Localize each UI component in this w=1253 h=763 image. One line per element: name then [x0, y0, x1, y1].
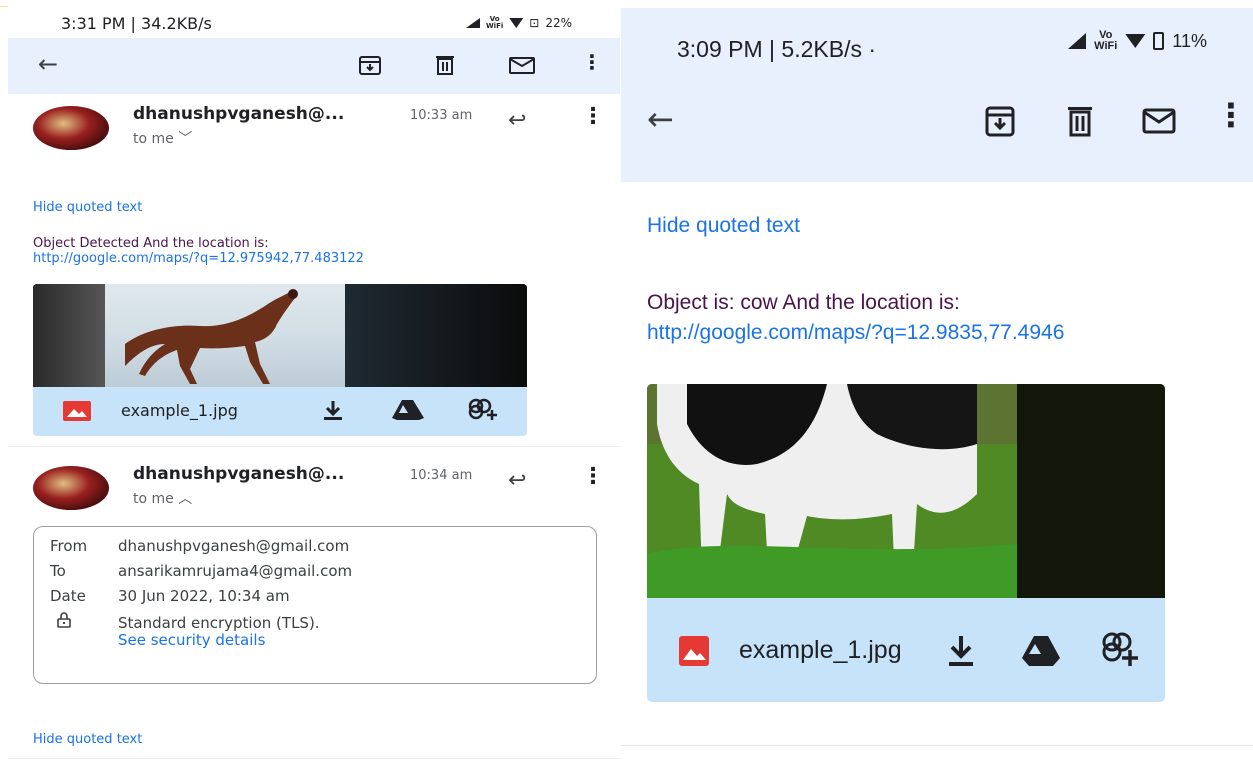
message-body: Object Detected And the location is: htt…	[33, 236, 364, 266]
hide-quoted-text-link[interactable]: Hide quoted text	[33, 732, 142, 747]
delete-icon[interactable]	[1063, 104, 1097, 138]
status-time: 3:31 PM | 34.2KB/s	[61, 14, 212, 33]
attachment-bar: example_1.jpg	[647, 598, 1165, 702]
cow-image	[647, 384, 1165, 598]
message-body: Object is: cow And the location is: http…	[647, 288, 1064, 348]
add-to-photos-icon[interactable]	[1099, 630, 1139, 670]
right-screenshot: 3:09 PM | 5.2KB/s · Vo WiFi 11% ← ⋮ Hide …	[621, 0, 1253, 763]
archive-icon[interactable]	[358, 54, 382, 76]
left-screenshot: 3:31 PM | 34.2KB/s Vo WiFi ⊡ 22% ← ⋮ dhan…	[8, 0, 620, 763]
attachment-bar: example_1.jpg	[33, 387, 527, 436]
back-arrow-icon[interactable]: ←	[38, 50, 58, 78]
image-file-icon	[63, 401, 91, 421]
wifi-icon	[509, 18, 524, 28]
attachment-thumbnail[interactable]	[33, 284, 527, 387]
download-icon[interactable]	[321, 399, 345, 421]
avatar	[33, 106, 109, 150]
date-value: 30 Jun 2022, 10:34 am	[118, 587, 290, 605]
wifi-icon	[1125, 34, 1146, 48]
message-divider	[8, 446, 620, 447]
body-text: Object Detected And the location is:	[33, 236, 269, 251]
maps-link[interactable]: http://google.com/maps/?q=12.975942,77.4…	[33, 251, 364, 266]
thumbnail-background-right	[345, 284, 527, 387]
attachment-card[interactable]: example_1.jpg	[647, 384, 1165, 702]
thumbnail-background-left	[33, 284, 105, 387]
hide-quoted-text-link[interactable]: Hide quoted text	[33, 200, 142, 215]
attachment-filename: example_1.jpg	[739, 636, 902, 664]
drive-icon[interactable]	[391, 399, 425, 421]
battery-saver-icon: ⊡	[529, 16, 540, 30]
add-to-photos-icon[interactable]	[465, 397, 499, 423]
download-icon[interactable]	[945, 634, 977, 668]
status-icons: Vo WiFi ⊡ 22%	[465, 15, 572, 30]
to-value[interactable]: ansarikamrujama4@gmail.com	[118, 562, 352, 580]
sender-name: dhanushpvganesh@...	[133, 104, 345, 124]
archive-icon[interactable]	[983, 104, 1017, 138]
vowifi-icon: Vo WiFi	[485, 15, 504, 30]
security-row: Standard encryption (TLS).	[50, 612, 320, 632]
bottom-divider	[8, 758, 620, 759]
lock-icon	[50, 612, 118, 632]
signal-icon	[465, 18, 480, 28]
more-vert-icon[interactable]: ⋮	[1215, 96, 1247, 134]
status-bar: 3:31 PM | 34.2KB/s Vo WiFi ⊡ 22%	[8, 14, 620, 38]
security-text: Standard encryption (TLS).	[118, 614, 320, 632]
battery-level: 22%	[545, 16, 572, 30]
from-row: From dhanushpvganesh@gmail.com	[50, 537, 349, 555]
battery-level: 11%	[1172, 30, 1207, 51]
back-arrow-icon[interactable]: ←	[647, 100, 674, 138]
avatar	[33, 466, 109, 510]
horse-image	[125, 289, 298, 384]
see-security-details-link[interactable]: See security details	[118, 631, 265, 649]
to-row: To ansarikamrujama4@gmail.com	[50, 562, 352, 580]
recipient-toggle[interactable]: to me ﹀	[133, 128, 192, 148]
reply-icon[interactable]: ↩	[508, 108, 526, 133]
more-vert-icon[interactable]: ⋮	[582, 464, 604, 489]
drive-icon[interactable]	[1021, 634, 1061, 668]
attachment-card[interactable]: example_1.jpg	[33, 284, 527, 436]
from-label: From	[50, 537, 88, 555]
delete-icon[interactable]	[433, 54, 457, 76]
mark-unread-icon[interactable]	[1141, 104, 1176, 138]
message-time: 10:33 am	[410, 108, 473, 123]
to-label: To	[50, 562, 66, 580]
message-time: 10:34 am	[410, 468, 473, 483]
attachment-thumbnail[interactable]	[647, 384, 1165, 598]
signal-icon	[1068, 33, 1087, 49]
reply-icon[interactable]: ↩	[508, 468, 526, 493]
more-vert-icon[interactable]: ⋮	[582, 104, 604, 129]
message-details-box: From dhanushpvganesh@gmail.com To ansarika…	[33, 526, 597, 684]
status-time: 3:09 PM | 5.2KB/s ·	[677, 36, 877, 62]
sender-name: dhanushpvganesh@...	[133, 464, 345, 484]
recipient-toggle[interactable]: to me ︿	[133, 488, 192, 508]
vowifi-icon: Vo WiFi	[1094, 29, 1118, 52]
battery-icon	[1153, 32, 1165, 50]
toolbar: ← ⋮	[8, 38, 620, 94]
date-label: Date	[50, 587, 86, 605]
message-header[interactable]: dhanushpvganesh@... 10:34 am to me ︿ ↩ ⋮	[8, 456, 620, 526]
more-vert-icon[interactable]: ⋮	[582, 50, 606, 74]
body-text: Object is: cow And the location is:	[647, 291, 960, 314]
from-value[interactable]: dhanushpvganesh@gmail.com	[118, 537, 349, 555]
header: 3:09 PM | 5.2KB/s · Vo WiFi 11% ← ⋮	[621, 8, 1253, 182]
maps-link[interactable]: http://google.com/maps/?q=12.9835,77.494…	[647, 318, 1064, 348]
thumbnail-screen	[105, 284, 345, 387]
attachment-filename: example_1.jpg	[121, 401, 238, 420]
message-divider	[621, 745, 1253, 746]
message-header[interactable]: dhanushpvganesh@... 10:33 am to me ﹀ ↩ ⋮	[8, 96, 620, 166]
image-file-icon	[679, 636, 709, 666]
hide-quoted-text-link[interactable]: Hide quoted text	[647, 214, 800, 238]
status-icons: Vo WiFi 11%	[1068, 30, 1207, 52]
mark-unread-icon[interactable]	[508, 54, 535, 76]
date-row: Date 30 Jun 2022, 10:34 am	[50, 587, 290, 605]
